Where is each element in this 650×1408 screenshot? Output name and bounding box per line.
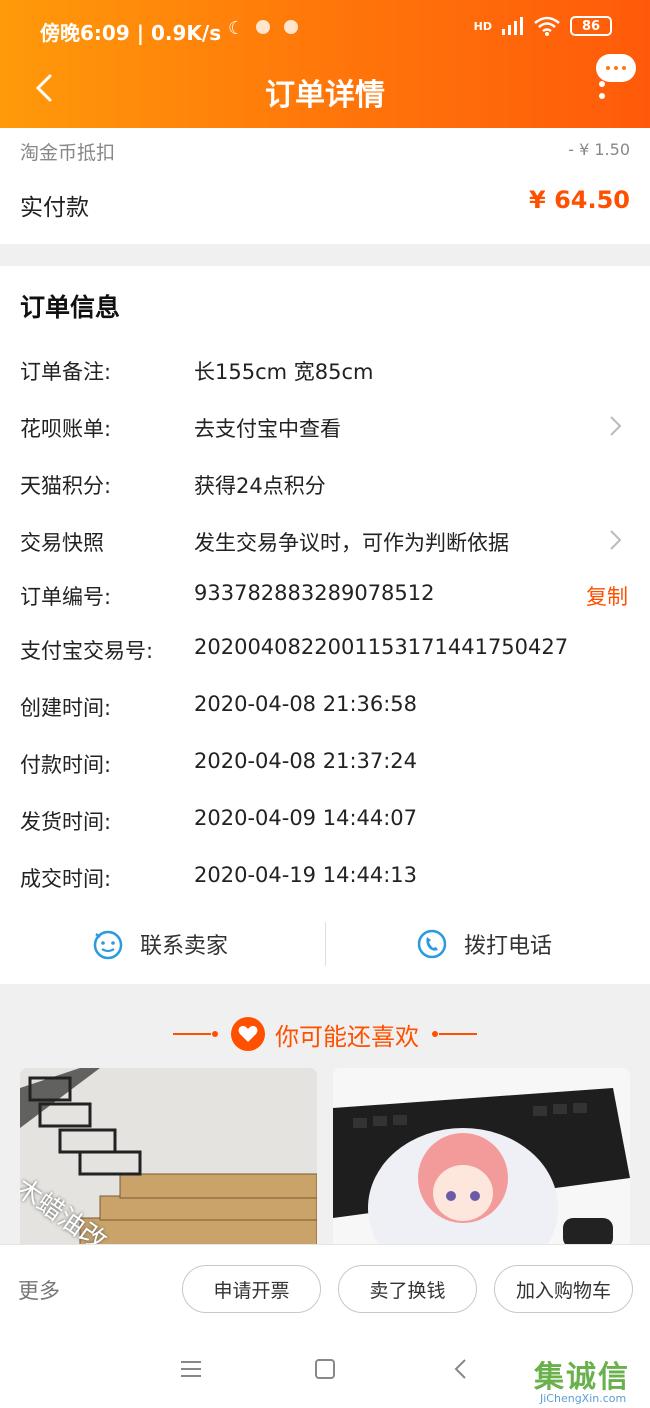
call-button[interactable]: 拨打电话 xyxy=(416,918,552,970)
heart-icon xyxy=(231,1017,265,1051)
action-bar: 更多 申请开票 卖了换钱 加入购物车 xyxy=(0,1244,650,1332)
status-icons: HD 86 xyxy=(474,16,612,36)
row-huabei[interactable]: 花呗账单: 去支付宝中查看 xyxy=(0,413,650,453)
header-bar: 傍晚6:09 | 0.9K/s ☾ HD 86 订单详情 xyxy=(0,0,650,128)
row-label: 创建时间: xyxy=(20,696,112,720)
row-note: 订单备注: 长155cm 宽85cm xyxy=(0,356,650,396)
chevron-right-icon xyxy=(610,416,622,436)
taojin-label: 淘金币抵扣 xyxy=(20,142,116,164)
status-time: 傍晚6:09 | 0.9K/s xyxy=(40,21,222,45)
row-label: 付款时间: xyxy=(20,753,112,777)
invoice-button[interactable]: 申请开票 xyxy=(182,1265,321,1313)
row-created: 创建时间: 2020-04-08 21:36:58 xyxy=(0,692,650,732)
row-label: 天猫积分: xyxy=(20,474,112,498)
row-label: 支付宝交易号: xyxy=(20,639,154,663)
wifi-icon xyxy=(534,16,560,36)
page-title: 订单详情 xyxy=(265,78,385,113)
battery-icon: 86 xyxy=(570,16,612,36)
chat-face-icon xyxy=(93,930,123,960)
row-value: 获得24点积分 xyxy=(194,474,326,498)
paid-value: ¥ 64.50 xyxy=(529,186,630,214)
back-nav-icon[interactable] xyxy=(452,1358,470,1380)
contact-bar: 联系卖家 拨打电话 xyxy=(0,918,650,970)
phone-icon xyxy=(417,929,447,959)
row-label: 订单编号: xyxy=(20,585,112,609)
row-label: 订单备注: xyxy=(20,360,112,384)
notification-icon xyxy=(256,20,270,34)
row-completed-time: 成交时间: 2020-04-19 14:44:13 xyxy=(0,863,650,903)
resell-button[interactable]: 卖了换钱 xyxy=(338,1265,477,1313)
taojin-value: - ¥ 1.50 xyxy=(568,140,630,159)
row-value: 去支付宝中查看 xyxy=(194,417,341,441)
call-label: 拨打电话 xyxy=(464,934,553,959)
more-menu-icon[interactable] xyxy=(596,54,640,108)
contact-seller-button[interactable]: 联系卖家 xyxy=(92,918,228,970)
battery-level: 86 xyxy=(581,18,601,34)
row-value: 933782883289078512 xyxy=(194,581,435,605)
row-alipay-number: 支付宝交易号: 2020040822001153171441750427 xyxy=(0,635,650,675)
status-bar: 傍晚6:09 | 0.9K/s ☾ HD 86 xyxy=(0,0,650,62)
row-order-number: 订单编号: 933782883289078512 复制 xyxy=(0,581,650,621)
row-value: 长155cm 宽85cm xyxy=(194,360,374,384)
product-card-stairs[interactable]: 木蜡油改 xyxy=(20,1068,317,1258)
watermark-subtext: JiChengXin.com xyxy=(540,1392,627,1405)
row-value: 2020-04-09 14:44:07 xyxy=(194,806,418,830)
decor-line-icon xyxy=(432,1031,477,1037)
row-value: 2020040822001153171441750427 xyxy=(194,635,569,659)
row-label: 交易快照 xyxy=(20,531,104,555)
order-info-title: 订单信息 xyxy=(20,293,121,322)
menu-icon[interactable] xyxy=(180,1360,202,1378)
moon-icon: ☾ xyxy=(228,18,245,39)
row-points: 天猫积分: 获得24点积分 xyxy=(0,470,650,510)
decor-line-icon xyxy=(173,1031,218,1037)
row-value: 2020-04-08 21:36:58 xyxy=(194,692,418,716)
row-value: 2020-04-19 14:44:13 xyxy=(194,863,418,887)
chevron-right-icon xyxy=(610,530,622,550)
watermark-text: 集诚信 xyxy=(534,1360,630,1395)
home-icon[interactable] xyxy=(314,1358,336,1380)
recommend-title: 你可能还喜欢 xyxy=(275,1022,419,1051)
keyboard-mousepad-image xyxy=(333,1068,630,1258)
more-link[interactable]: 更多 xyxy=(18,1275,60,1305)
row-shipped-time: 发货时间: 2020-04-09 14:44:07 xyxy=(0,806,650,846)
signal-icon xyxy=(502,17,523,35)
recommend-header: 你可能还喜欢 xyxy=(0,1012,650,1056)
paid-label: 实付款 xyxy=(20,195,89,221)
row-paid-time: 付款时间: 2020-04-08 21:37:24 xyxy=(0,749,650,789)
row-value: 发生交易争议时，可作为判断依据 xyxy=(194,531,509,555)
order-info-card: 订单信息 订单备注: 长155cm 宽85cm 花呗账单: 去支付宝中查看 天猫… xyxy=(0,266,650,984)
add-to-cart-button[interactable]: 加入购物车 xyxy=(494,1265,633,1313)
payment-summary: 淘金币抵扣 - ¥ 1.50 实付款 ¥ 64.50 xyxy=(0,128,650,244)
row-label: 发货时间: xyxy=(20,810,112,834)
row-label: 成交时间: xyxy=(20,867,112,891)
copy-button[interactable]: 复制 xyxy=(586,581,628,611)
notification-icon xyxy=(284,20,298,34)
row-label: 花呗账单: xyxy=(20,417,112,441)
divider xyxy=(325,922,326,966)
contact-seller-label: 联系卖家 xyxy=(140,934,229,959)
watermark: 集诚信 JiChengXin.com xyxy=(534,1352,650,1408)
product-card-mousepad[interactable] xyxy=(333,1068,630,1258)
row-snapshot[interactable]: 交易快照 发生交易争议时，可作为判断依据 xyxy=(0,527,650,567)
network-type: HD xyxy=(473,19,492,33)
row-value: 2020-04-08 21:37:24 xyxy=(194,749,418,773)
